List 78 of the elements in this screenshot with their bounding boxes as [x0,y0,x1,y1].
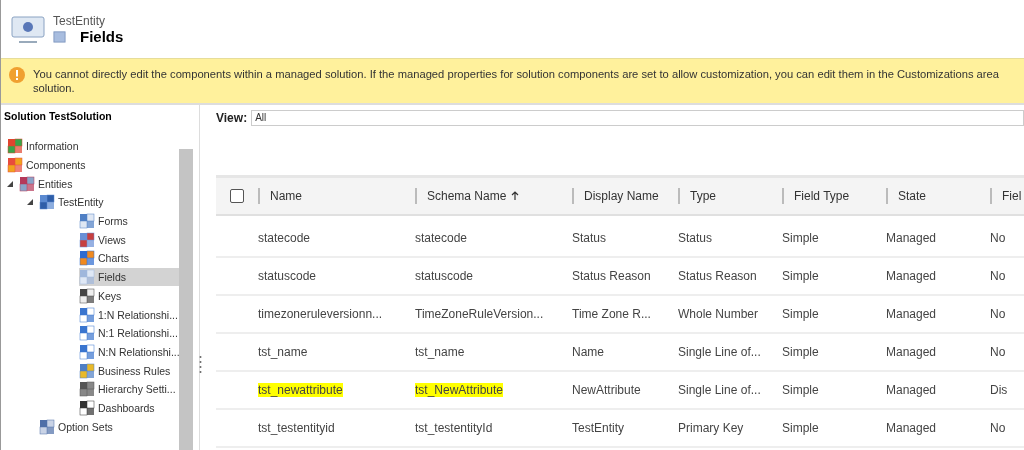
table-cell: statecode [258,231,311,245]
table-cell: Simple [782,269,819,283]
tree-item[interactable]: Information [7,137,83,156]
column-header[interactable]: Name [270,189,302,203]
table-cell: statuscode [415,269,474,283]
table-cell: Managed [886,231,937,245]
table-cell: Whole Number [678,307,759,321]
table-cell: Simple [782,307,819,321]
table-cell: No [990,231,1006,245]
table-cell: NewAttribute [572,383,641,397]
table-cell: No [990,307,1006,321]
tree-item[interactable]: N:N Relationshi... [79,342,179,361]
tree-item[interactable]: Keys [79,286,126,305]
table-cell: Status [678,231,713,245]
table-cell: statuscode [258,269,317,283]
table-cell: statecode [415,231,468,245]
page-title: Fields [80,27,124,45]
column-header[interactable]: Schema Name [427,189,507,203]
tree-item[interactable]: Option Sets [39,417,117,436]
tree-item[interactable]: Hierarchy Setti... [79,380,179,399]
table-cell: Managed [886,345,937,359]
table-cell: tst_name [258,345,308,359]
table-cell: TestEntity [572,421,625,435]
column-header[interactable]: Fiel [1002,189,1022,203]
table-cell: No [990,269,1006,283]
tree-item[interactable]: Entities [19,174,77,193]
table-cell: Single Line of... [678,383,761,397]
expand-arrow-icon[interactable] [6,179,14,188]
table-cell: tst_testentityId [415,421,493,435]
table-cell: No [990,421,1006,435]
table-cell: tst_newattribute [258,383,343,397]
column-header[interactable]: State [898,189,927,203]
view-select[interactable]: All [251,110,1024,126]
table-cell: Simple [782,231,819,245]
column-header[interactable]: Type [690,189,716,203]
table-cell: tst_name [415,345,465,359]
table-cell: Managed [886,421,937,435]
table-cell: tst_NewAttribute [415,383,504,397]
table-cell: Simple [782,345,819,359]
table-cell: Simple [782,421,819,435]
column-header[interactable]: Field Type [794,189,850,203]
table-cell: Status Reason [678,269,757,283]
table-cell: Managed [886,269,937,283]
table-cell: Status Reason [572,269,651,283]
tree-item[interactable]: Business Rules [79,361,175,380]
tree-item[interactable]: Views [79,230,130,249]
tree-item[interactable]: Charts [79,249,133,268]
solution-title: Solution TestSolution [3,109,113,124]
table-cell: TimeZoneRuleVersion... [415,307,544,321]
table-cell: Managed [886,307,937,321]
tree-item[interactable]: N:1 Relationshi... [79,324,179,343]
table-cell: No [990,345,1006,359]
scrollbar[interactable] [179,149,193,450]
table-cell: Simple [782,383,819,397]
tree-item[interactable]: Components [7,156,90,175]
table-cell: Time Zone R... [572,307,651,321]
warning-message: You cannot directly edit the components within a managed solution. If the managed properties for solution components are set to allow customization, you can edit them in the Customizations area solution. [33,67,1000,95]
table-cell: tst_testentityid [258,421,335,435]
tree-item[interactable]: Forms [79,212,132,231]
table-cell: timezoneruleversionn... [258,307,383,321]
view-label: View: [216,111,248,125]
tree-item[interactable]: Fields [79,268,179,287]
splitter-grip-icon[interactable] [199,355,202,375]
tree-item[interactable]: 1:N Relationshi... [79,305,179,324]
table-cell: Managed [886,383,937,397]
tree-item[interactable]: Dashboards [79,398,159,417]
select-all-checkbox[interactable] [230,189,244,203]
tree-item[interactable]: TestEntity [39,193,108,212]
table-cell: Status [572,231,607,245]
table-cell: Dis [990,383,1008,397]
table-cell: Primary Key [678,421,744,435]
table-cell: Name [572,345,604,359]
table-cell: Single Line of... [678,345,761,359]
column-header[interactable]: Display Name [584,189,659,203]
entity-monitor-icon [11,14,45,44]
warning-icon [9,67,25,83]
entity-name: TestEntity [53,13,107,28]
expand-arrow-icon[interactable] [26,198,34,207]
